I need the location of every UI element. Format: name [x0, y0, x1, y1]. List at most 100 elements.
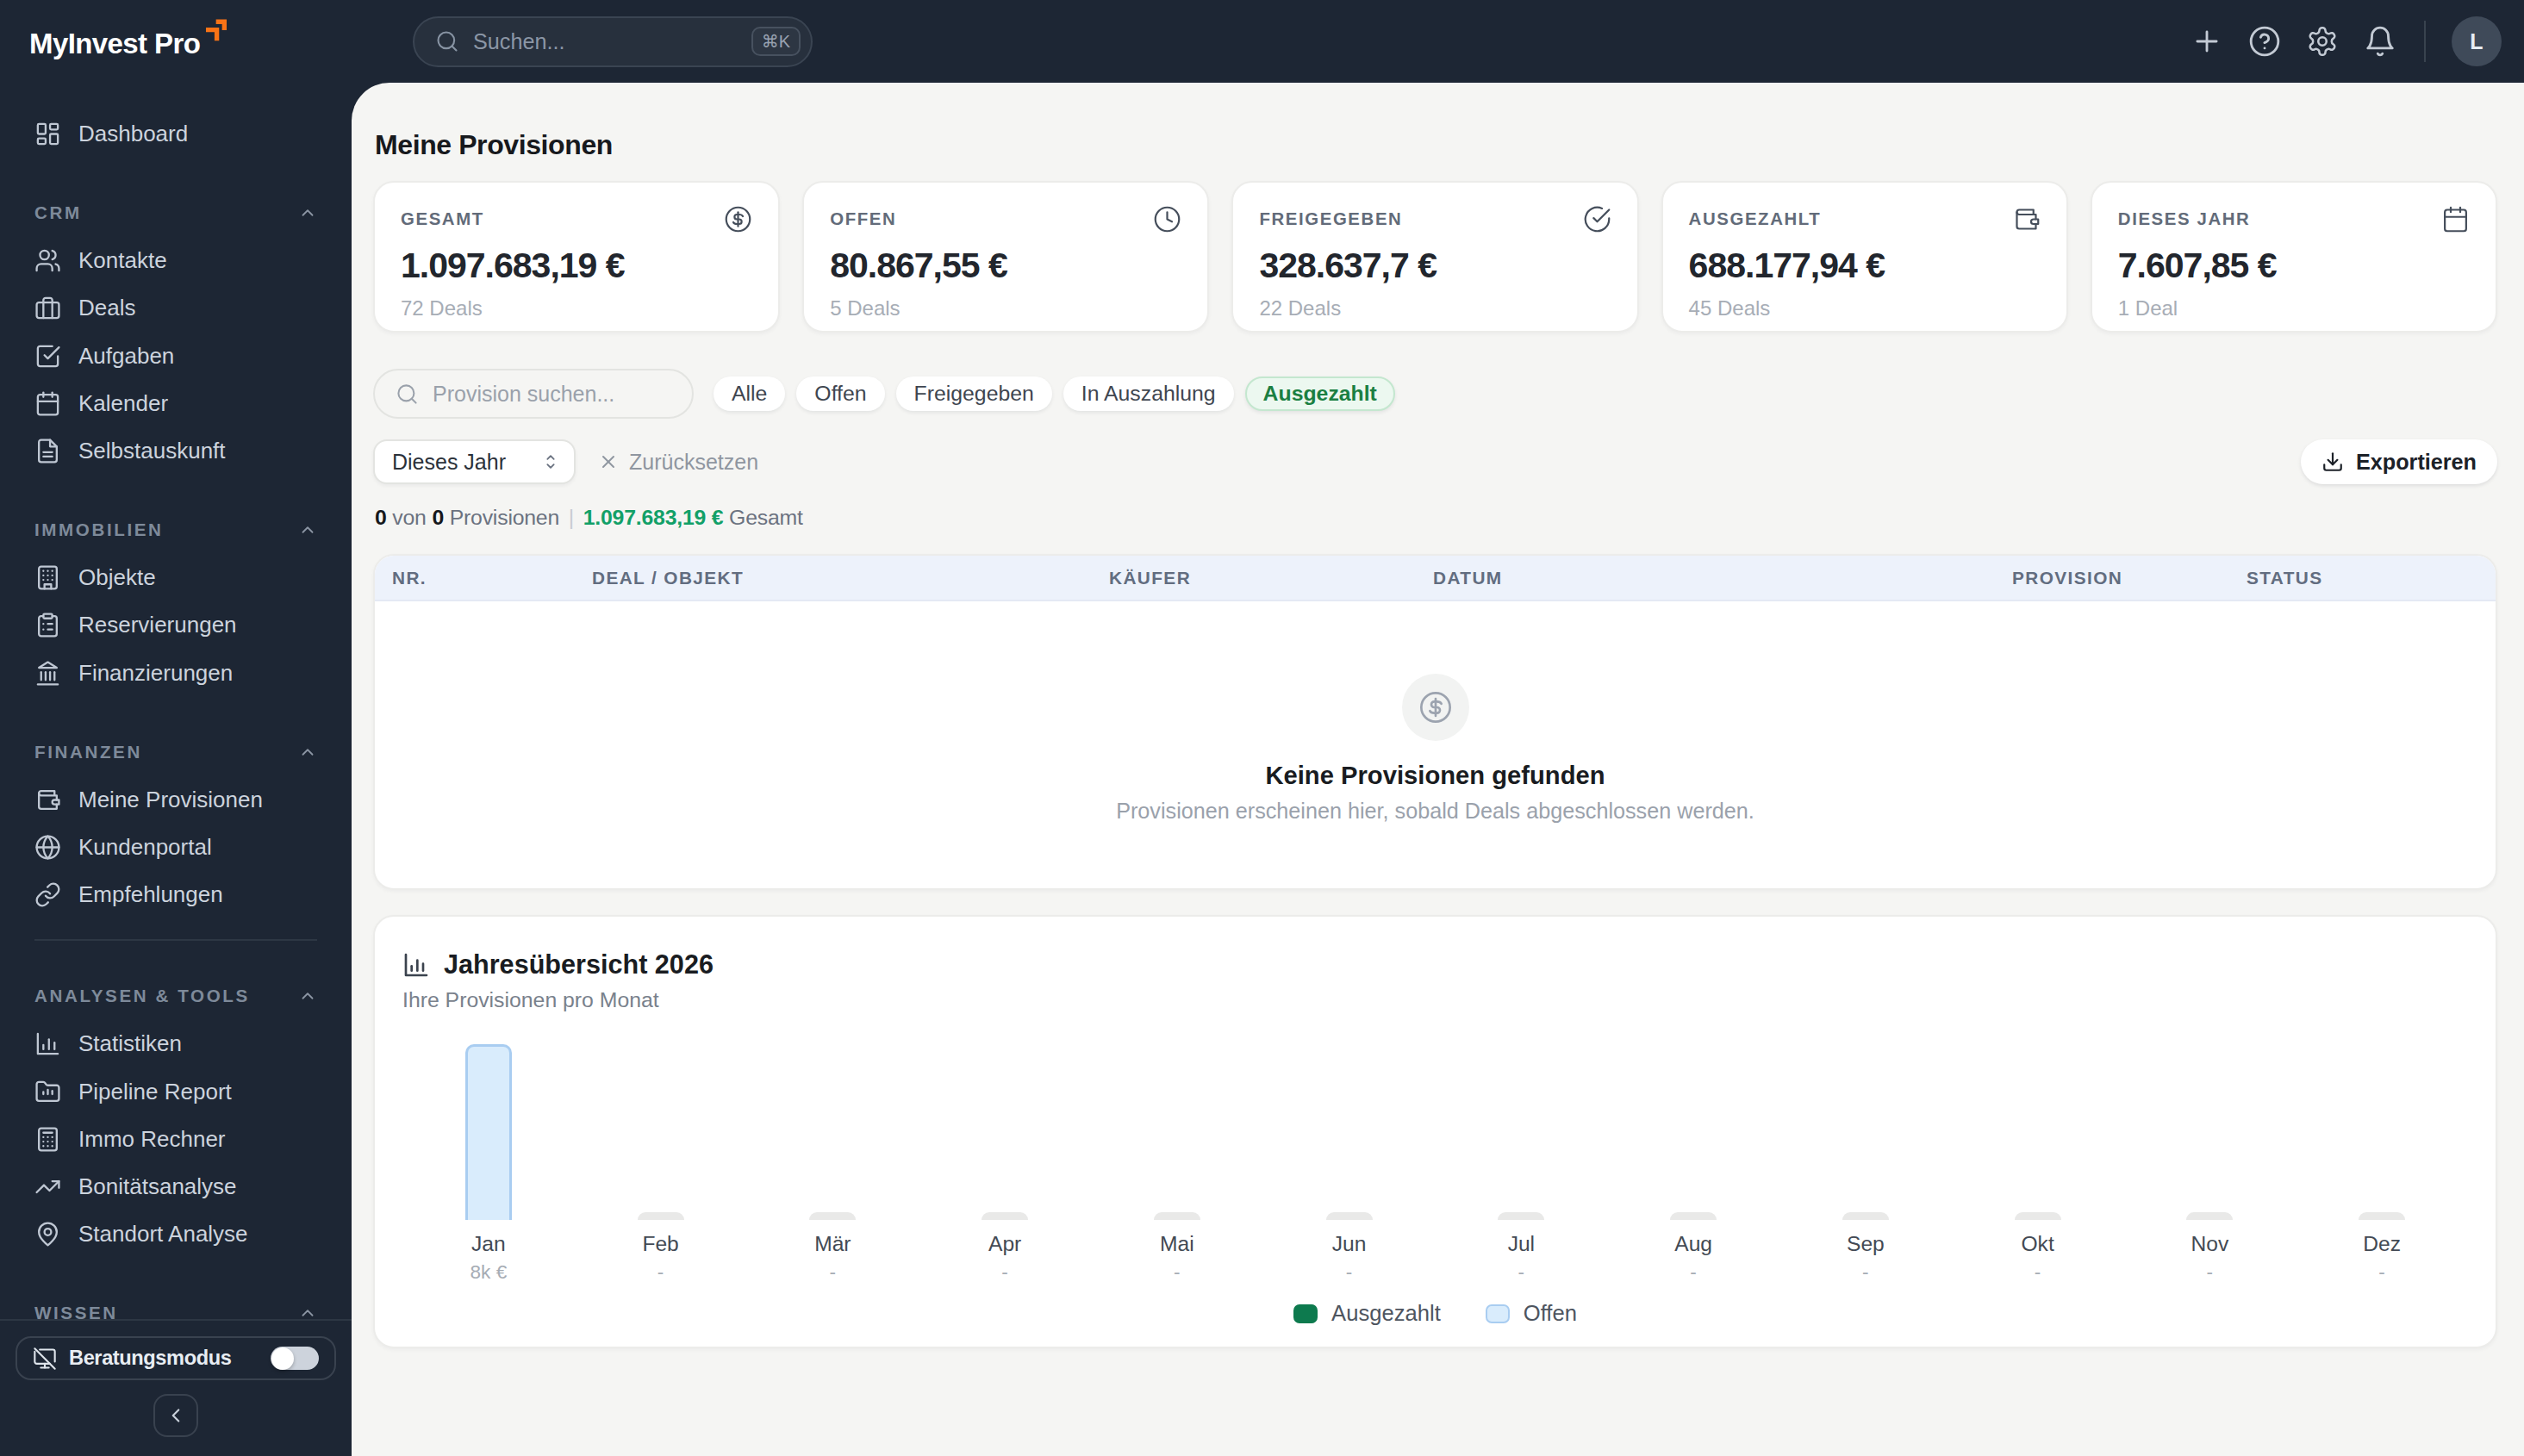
month-label: Mai [1091, 1232, 1263, 1256]
bar-feb[interactable] [638, 1212, 684, 1220]
sidebar-item-kontakte[interactable]: Kontakte [21, 237, 331, 284]
month-label: Feb [575, 1232, 747, 1256]
settings-button[interactable] [2306, 25, 2339, 58]
stat-value: 688.177,94 € [1689, 246, 2041, 286]
stat-sub: 5 Deals [830, 296, 1181, 320]
link-icon [34, 881, 61, 908]
export-button[interactable]: Exportieren [2301, 439, 2497, 484]
sidebar-item-pipeline-report[interactable]: Pipeline Report [21, 1067, 331, 1115]
filter-pill-alle[interactable]: Alle [714, 376, 785, 411]
brand-name: MyInvest Pro [29, 29, 200, 58]
sidebar-item-deals[interactable]: Deals [21, 284, 331, 332]
filter-row: Provision suchen... Alle Offen Freigegeben… [373, 369, 2497, 419]
bar-apr[interactable] [982, 1212, 1028, 1220]
sidebar-item-kundenportal[interactable]: Kundenportal [21, 824, 331, 871]
consult-mode-label: Beratungsmodus [69, 1347, 259, 1370]
month-label: Apr [919, 1232, 1091, 1256]
stat-sub: 1 Deal [2118, 296, 2470, 320]
legend-label: Ausgezahlt [1331, 1301, 1441, 1326]
users-icon [34, 247, 61, 274]
sidebar-section-analysen-tools[interactable]: ANALYSEN & TOOLS [21, 984, 331, 1008]
filter-pill-offen[interactable]: Offen [796, 376, 884, 411]
add-button[interactable] [2191, 25, 2223, 58]
sidebar-item-objekte[interactable]: Objekte [21, 554, 331, 601]
filter-pill-in-auszahlung[interactable]: In Auszahlung [1063, 376, 1234, 411]
reset-filters-button[interactable]: Zurücksetzen [598, 450, 758, 475]
global-search-input[interactable]: Suchen... ⌘K [413, 16, 813, 67]
search-shortcut-badge: ⌘K [751, 27, 801, 56]
download-icon [2321, 451, 2344, 473]
month-value: - [1607, 1261, 1779, 1284]
trending-up-icon [34, 1173, 61, 1200]
sidebar-section-crm[interactable]: CRM [21, 201, 331, 225]
month-label: Mär [747, 1232, 919, 1256]
clock-icon [1153, 205, 1181, 233]
sidebar-item-selbstauskunft[interactable]: Selbstauskunft [21, 427, 331, 475]
stat-card-gesamt: GESAMT1.097.683,19 €72 Deals [373, 181, 780, 333]
bar-jul[interactable] [1498, 1212, 1544, 1220]
bar-okt[interactable] [2015, 1212, 2061, 1220]
chevrons-up-down-icon [541, 452, 560, 471]
logo[interactable]: MyInvest Pro [0, 0, 352, 83]
chart-column [1091, 1027, 1263, 1220]
sidebar-item-kalender[interactable]: Kalender [21, 380, 331, 427]
consult-mode-toggle[interactable] [271, 1347, 319, 1370]
sidebar-item-finanzierungen[interactable]: Finanzierungen [21, 650, 331, 697]
sidebar-item-label: Selbstauskunft [78, 438, 226, 464]
period-select[interactable]: Dieses Jahr [373, 439, 576, 484]
bar-dez[interactable] [2359, 1212, 2405, 1220]
stat-card-ausgezahlt: AUSGEZAHLT688.177,94 €45 Deals [1661, 181, 2068, 333]
month-value: 8k € [402, 1261, 575, 1284]
calendar-icon [2441, 205, 2470, 233]
sidebar-item-statistiken[interactable]: Statistiken [21, 1020, 331, 1067]
stat-label: GESAMT [401, 209, 484, 229]
bar-chart-icon [34, 1030, 61, 1057]
consult-mode-row: Beratungsmodus [16, 1336, 336, 1380]
provisions-table: NR.DEAL / OBJEKTKÄUFERDATUMPROVISIONSTAT… [373, 554, 2497, 890]
clipboard-list-icon [34, 612, 61, 638]
sidebar-item-bonitaetsanalyse[interactable]: Bonitätsanalyse [21, 1163, 331, 1210]
bar-mai[interactable] [1154, 1212, 1200, 1220]
legend-item-offen: Offen [1486, 1301, 1577, 1326]
filter-pill-freigegeben[interactable]: Freigegeben [896, 376, 1052, 411]
bar-jan[interactable] [465, 1044, 512, 1220]
chart-label-col: Jun- [1263, 1220, 1436, 1284]
section-label: ANALYSEN & TOOLS [34, 984, 250, 1008]
export-label: Exportieren [2356, 450, 2477, 475]
chevron-up-icon [298, 986, 317, 1005]
year-overview-card: Jahresübersicht 2026 Ihre Provisionen pr… [373, 915, 2497, 1348]
bar-aug[interactable] [1670, 1212, 1717, 1220]
chart-label-col: Mär- [747, 1220, 919, 1284]
chart-label-col: Feb- [575, 1220, 747, 1284]
sidebar-item-empfehlungen[interactable]: Empfehlungen [21, 871, 331, 918]
sidebar-item-label: Meine Provisionen [78, 787, 263, 813]
sidebar-item-reservierungen[interactable]: Reservierungen [21, 601, 331, 649]
results-summary: 0 von 0 Provisionen | 1.097.683,19 € Ges… [375, 506, 2497, 530]
filter-pill-ausgezahlt[interactable]: Ausgezahlt [1245, 376, 1395, 411]
chart-label-col: Okt- [1952, 1220, 2124, 1284]
app: MyInvest Pro DashboardCRMKontakteDealsAu… [0, 0, 2524, 1456]
sidebar-item-aufgaben[interactable]: Aufgaben [21, 333, 331, 380]
total-word: Gesamt [729, 506, 803, 529]
bar-mär[interactable] [809, 1212, 856, 1220]
help-button[interactable] [2248, 25, 2281, 58]
bar-jun[interactable] [1326, 1212, 1373, 1220]
chart-column [747, 1027, 919, 1220]
sidebar-item-standort-analyse[interactable]: Standort Analyse [21, 1210, 331, 1258]
dashboard-icon [34, 121, 61, 147]
sidebar-item-label: Dashboard [78, 121, 188, 147]
bar-chart-icon [402, 951, 430, 979]
chart-column [1263, 1027, 1436, 1220]
sidebar-item-immo-rechner[interactable]: Immo Rechner [21, 1116, 331, 1163]
bar-nov[interactable] [2186, 1212, 2233, 1220]
notifications-button[interactable] [2364, 25, 2396, 58]
avatar[interactable]: L [2452, 16, 2502, 66]
sidebar-item-dashboard[interactable]: Dashboard [21, 110, 331, 158]
bar-sep[interactable] [1842, 1212, 1889, 1220]
sidebar-collapse-button[interactable] [153, 1394, 198, 1437]
provision-search-input[interactable]: Provision suchen... [373, 369, 694, 419]
sidebar-section-immobilien[interactable]: IMMOBILIEN [21, 518, 331, 542]
sidebar-item-meine-provisionen[interactable]: Meine Provisionen [21, 776, 331, 824]
bar-chart-icon [402, 951, 430, 979]
sidebar-section-finanzen[interactable]: FINANZEN [21, 740, 331, 764]
